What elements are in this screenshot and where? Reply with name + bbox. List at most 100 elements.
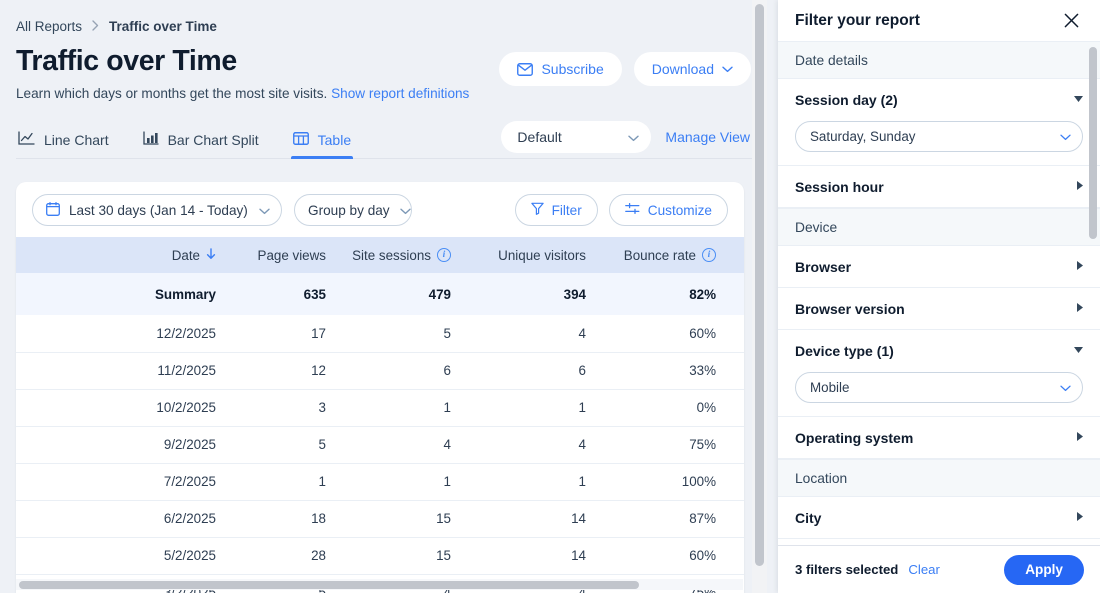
cell-date: 11/2/2025 bbox=[16, 352, 216, 390]
cell-site-sessions: 1 bbox=[326, 389, 451, 427]
filter-button[interactable]: Filter bbox=[514, 194, 598, 226]
group-by-select[interactable]: Group by day bbox=[294, 194, 412, 226]
filter-row-city[interactable]: City bbox=[778, 497, 1100, 539]
tab-table[interactable]: Table bbox=[290, 123, 354, 159]
cell-page-views: 1 bbox=[216, 463, 326, 501]
page-header-text: Traffic over Time Learn which days or mo… bbox=[16, 42, 469, 101]
table-row[interactable]: 11/2/2025 12 6 6 33% bbox=[16, 352, 744, 390]
filter-value-device-type-wrap: Mobile bbox=[778, 372, 1100, 417]
table-row[interactable]: 12/2/2025 17 5 4 60% bbox=[16, 315, 744, 353]
cell-site-sessions: 4 bbox=[326, 426, 451, 464]
cell-page-views: 17 bbox=[216, 315, 326, 353]
breadcrumb-all-reports[interactable]: All Reports bbox=[16, 19, 82, 34]
filter-row-session-hour[interactable]: Session hour bbox=[778, 166, 1100, 208]
filter-row-label: Browser bbox=[795, 258, 852, 275]
filters-selected-count: 3 filters selected bbox=[795, 562, 899, 577]
view-tabs: Line Chart Bar Chart Split Table Default bbox=[0, 120, 767, 159]
filter-value-session-day-wrap: Saturday, Sunday bbox=[778, 121, 1100, 166]
filter-row-country[interactable]: Country bbox=[778, 539, 1100, 545]
date-range-select[interactable]: Last 30 days (Jan 14 - Today) bbox=[32, 194, 282, 226]
filter-row-operating-system[interactable]: Operating system bbox=[778, 417, 1100, 459]
cell-unique-visitors: 1 bbox=[451, 463, 586, 501]
filter-row-label: Browser version bbox=[795, 300, 905, 317]
session-day-select[interactable]: Saturday, Sunday bbox=[795, 121, 1083, 152]
cell-date: 6/2/2025 bbox=[16, 500, 216, 538]
customize-label: Customize bbox=[647, 202, 712, 218]
table-row[interactable]: 9/2/2025 5 4 4 75% bbox=[16, 426, 744, 464]
funnel-icon bbox=[530, 202, 544, 218]
cell-bounce-rate: 60% bbox=[586, 315, 716, 353]
tab-line-chart[interactable]: Line Chart bbox=[16, 123, 111, 159]
info-icon[interactable]: i bbox=[702, 248, 716, 262]
cell-site-sessions: 5 bbox=[326, 315, 451, 353]
table-toolbar: Last 30 days (Jan 14 - Today) Group by d… bbox=[16, 182, 744, 237]
toolbar-right: Filter Customize bbox=[514, 194, 728, 226]
cell-unique-visitors: 6 bbox=[451, 352, 586, 390]
scrollbar-thumb[interactable] bbox=[1089, 47, 1097, 239]
column-header-avg[interactable]: Avg. bbox=[716, 237, 744, 273]
column-header-page-views[interactable]: Page views bbox=[216, 237, 326, 273]
table-row[interactable]: 7/2/2025 1 1 1 100% bbox=[16, 463, 744, 501]
show-report-definitions-link[interactable]: Show report definitions bbox=[331, 86, 469, 101]
subscribe-button[interactable]: Subscribe bbox=[499, 52, 622, 86]
calendar-icon bbox=[46, 201, 60, 219]
cell-date: 9/2/2025 bbox=[16, 426, 216, 464]
view-controls: Default Manage View bbox=[501, 120, 767, 153]
filter-panel-title: Filter your report bbox=[795, 11, 920, 29]
tab-table-label: Table bbox=[317, 131, 352, 148]
manage-view-label: Manage View bbox=[665, 128, 750, 145]
info-icon[interactable]: i bbox=[437, 248, 451, 262]
table-horizontal-scrollbar[interactable] bbox=[16, 579, 743, 590]
caret-right-icon bbox=[1077, 260, 1083, 273]
page-vertical-scrollbar[interactable] bbox=[752, 0, 767, 593]
column-header-bounce-rate-label: Bounce rate bbox=[623, 247, 696, 263]
cell-page-views: 5 bbox=[216, 426, 326, 464]
column-header-date[interactable]: Date bbox=[16, 237, 216, 273]
cell-bounce-rate: 100% bbox=[586, 463, 716, 501]
filter-panel-scrollbar[interactable] bbox=[1088, 41, 1098, 545]
table-row[interactable]: 6/2/2025 18 15 14 87% bbox=[16, 500, 744, 538]
filter-row-label: Session day (2) bbox=[795, 92, 898, 108]
toolbar-left: Last 30 days (Jan 14 - Today) Group by d… bbox=[32, 194, 412, 226]
column-header-bounce-rate[interactable]: Bounce rate i bbox=[586, 237, 716, 273]
table-body: Summary 635 479 394 82% 12/2/2025 17 5 4 bbox=[16, 273, 744, 593]
close-icon[interactable] bbox=[1058, 8, 1084, 34]
tab-line-chart-label: Line Chart bbox=[44, 131, 109, 148]
view-select[interactable]: Default bbox=[501, 120, 652, 153]
clear-filters-link[interactable]: Clear bbox=[908, 562, 940, 577]
report-table-wrap[interactable]: Date Page views Site sessions i Unique v… bbox=[16, 237, 744, 593]
cell-bounce-rate: 75% bbox=[586, 426, 716, 464]
caret-right-icon bbox=[1077, 431, 1083, 444]
chevron-down-icon bbox=[399, 203, 411, 218]
filter-row-device-type[interactable]: Device type (1) bbox=[778, 330, 1100, 372]
filter-row-label: Session hour bbox=[795, 178, 884, 195]
cell-unique-visitors: 4 bbox=[451, 315, 586, 353]
table-row[interactable]: 5/2/2025 28 15 14 60% bbox=[16, 537, 744, 575]
cell-bounce-rate: 60% bbox=[586, 537, 716, 575]
table-row[interactable]: 10/2/2025 3 1 1 0% bbox=[16, 389, 744, 427]
filter-row-session-day[interactable]: Session day (2) bbox=[778, 79, 1100, 121]
column-header-site-sessions[interactable]: Site sessions i bbox=[326, 237, 451, 273]
cell-date: 10/2/2025 bbox=[16, 389, 216, 427]
apply-button[interactable]: Apply bbox=[1004, 554, 1084, 585]
download-button[interactable]: Download bbox=[633, 52, 751, 86]
report-table: Date Page views Site sessions i Unique v… bbox=[16, 237, 744, 593]
filter-row-browser-version[interactable]: Browser version bbox=[778, 288, 1100, 330]
download-label: Download bbox=[651, 61, 714, 77]
filter-row-label: Operating system bbox=[795, 429, 914, 446]
column-header-unique-visitors[interactable]: Unique visitors bbox=[451, 237, 586, 273]
filter-group-label: Date details bbox=[795, 52, 868, 68]
customize-button[interactable]: Customize bbox=[608, 194, 728, 226]
filter-footer-status: 3 filters selected Clear bbox=[795, 562, 940, 577]
summary-label: Summary bbox=[16, 273, 216, 315]
scrollbar-thumb[interactable] bbox=[19, 581, 639, 589]
column-header-site-sessions-label: Site sessions bbox=[352, 247, 431, 263]
caret-down-icon bbox=[1074, 95, 1083, 105]
filter-panel-body[interactable]: Date details Session day (2) Saturday, S… bbox=[778, 41, 1100, 545]
tab-bar-chart-split[interactable]: Bar Chart Split bbox=[141, 123, 261, 159]
filter-row-browser[interactable]: Browser bbox=[778, 246, 1100, 288]
scrollbar-thumb[interactable] bbox=[755, 4, 764, 566]
chevron-down-icon bbox=[1060, 129, 1071, 144]
device-type-select[interactable]: Mobile bbox=[795, 372, 1083, 403]
cell-avg bbox=[716, 500, 744, 538]
